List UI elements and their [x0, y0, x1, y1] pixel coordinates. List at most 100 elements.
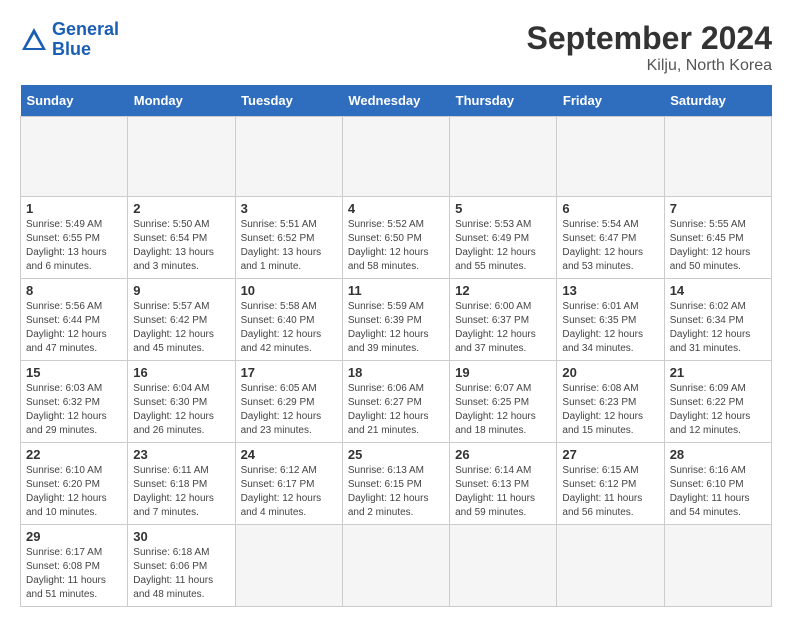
day-info: Sunrise: 5:50 AMSunset: 6:54 PMDaylight:… — [133, 218, 229, 274]
calendar-day-cell: 26 Sunrise: 6:14 AMSunset: 6:13 PMDayligh… — [450, 443, 557, 525]
day-number: 27 — [562, 447, 658, 462]
calendar-day-cell — [342, 117, 449, 197]
day-info: Sunrise: 6:07 AMSunset: 6:25 PMDaylight:… — [455, 382, 551, 438]
day-info: Sunrise: 6:04 AMSunset: 6:30 PMDaylight:… — [133, 382, 229, 438]
weekday-header-cell: Thursday — [450, 85, 557, 117]
day-info: Sunrise: 5:53 AMSunset: 6:49 PMDaylight:… — [455, 218, 551, 274]
day-info: Sunrise: 6:03 AMSunset: 6:32 PMDaylight:… — [26, 382, 122, 438]
weekday-header-cell: Monday — [128, 85, 235, 117]
calendar-day-cell: 17Sunrise: 6:05 AMSunset: 6:29 PMDayligh… — [235, 361, 342, 443]
day-number: 21 — [670, 365, 766, 380]
day-info: Sunrise: 5:58 AMSunset: 6:40 PMDaylight:… — [241, 300, 337, 356]
calendar-day-cell — [664, 525, 771, 607]
day-info: Sunrise: 5:56 AMSunset: 6:44 PMDaylight:… — [26, 300, 122, 356]
weekday-header-row: SundayMondayTuesdayWednesdayThursdayFrid… — [21, 85, 772, 117]
day-number: 13 — [562, 283, 658, 298]
day-info: Sunrise: 6:02 AMSunset: 6:34 PMDaylight:… — [670, 300, 766, 356]
calendar-week-row: 15 Sunrise: 6:03 AMSunset: 6:32 PMDayligh… — [21, 361, 772, 443]
day-info: Sunrise: 6:00 AMSunset: 6:37 PMDaylight:… — [455, 300, 551, 356]
month-title: September 2024 — [527, 20, 772, 57]
calendar-day-cell — [235, 117, 342, 197]
calendar-day-cell: 29 Sunrise: 6:17 AMSunset: 6:08 PMDayligh… — [21, 525, 128, 607]
calendar-day-cell — [664, 117, 771, 197]
day-info: Sunrise: 5:55 AMSunset: 6:45 PMDaylight:… — [670, 218, 766, 274]
calendar-body: 1 Sunrise: 5:49 AMSunset: 6:55 PMDaylight… — [21, 117, 772, 607]
calendar-day-cell: 20 Sunrise: 6:08 AMSunset: 6:23 PMDayligh… — [557, 361, 664, 443]
day-info: Sunrise: 5:57 AMSunset: 6:42 PMDaylight:… — [133, 300, 229, 356]
day-info: Sunrise: 6:10 AMSunset: 6:20 PMDaylight:… — [26, 464, 122, 520]
day-number: 22 — [26, 447, 122, 462]
day-number: 8 — [26, 283, 122, 298]
day-info: Sunrise: 6:08 AMSunset: 6:23 PMDaylight:… — [562, 382, 658, 438]
day-number: 1 — [26, 201, 122, 216]
calendar-day-cell: 28 Sunrise: 6:16 AMSunset: 6:10 PMDayligh… — [664, 443, 771, 525]
day-number: 26 — [455, 447, 551, 462]
calendar-day-cell: 21 Sunrise: 6:09 AMSunset: 6:22 PMDayligh… — [664, 361, 771, 443]
day-number: 7 — [670, 201, 766, 216]
calendar-day-cell — [21, 117, 128, 197]
calendar-day-cell — [128, 117, 235, 197]
day-info: Sunrise: 6:17 AMSunset: 6:08 PMDaylight:… — [26, 546, 122, 602]
calendar-day-cell: 6Sunrise: 5:54 AMSunset: 6:47 PMDaylight… — [557, 197, 664, 279]
calendar-week-row — [21, 117, 772, 197]
calendar-day-cell: 3 Sunrise: 5:51 AMSunset: 6:52 PMDaylight… — [235, 197, 342, 279]
calendar-day-cell: 24Sunrise: 6:12 AMSunset: 6:17 PMDayligh… — [235, 443, 342, 525]
calendar-day-cell: 25Sunrise: 6:13 AMSunset: 6:15 PMDayligh… — [342, 443, 449, 525]
day-number: 17 — [241, 365, 337, 380]
title-area: September 2024 Kilju, North Korea — [527, 20, 772, 75]
day-number: 19 — [455, 365, 551, 380]
day-info: Sunrise: 6:18 AMSunset: 6:06 PMDaylight:… — [133, 546, 229, 602]
calendar-week-row: 22 Sunrise: 6:10 AMSunset: 6:20 PMDayligh… — [21, 443, 772, 525]
day-number: 15 — [26, 365, 122, 380]
logo: General Blue — [20, 20, 119, 60]
day-info: Sunrise: 6:16 AMSunset: 6:10 PMDaylight:… — [670, 464, 766, 520]
day-number: 30 — [133, 529, 229, 544]
calendar-day-cell — [342, 525, 449, 607]
day-info: Sunrise: 5:51 AMSunset: 6:52 PMDaylight:… — [241, 218, 337, 274]
calendar-day-cell: 18Sunrise: 6:06 AMSunset: 6:27 PMDayligh… — [342, 361, 449, 443]
day-number: 14 — [670, 283, 766, 298]
calendar-day-cell — [557, 525, 664, 607]
day-number: 28 — [670, 447, 766, 462]
day-number: 20 — [562, 365, 658, 380]
day-info: Sunrise: 6:12 AMSunset: 6:17 PMDaylight:… — [241, 464, 337, 520]
day-number: 12 — [455, 283, 551, 298]
calendar-day-cell: 12 Sunrise: 6:00 AMSunset: 6:37 PMDayligh… — [450, 279, 557, 361]
calendar-day-cell: 22 Sunrise: 6:10 AMSunset: 6:20 PMDayligh… — [21, 443, 128, 525]
weekday-header-cell: Sunday — [21, 85, 128, 117]
calendar-day-cell: 16 Sunrise: 6:04 AMSunset: 6:30 PMDayligh… — [128, 361, 235, 443]
header: General Blue September 2024 Kilju, North… — [20, 20, 772, 75]
day-info: Sunrise: 6:09 AMSunset: 6:22 PMDaylight:… — [670, 382, 766, 438]
calendar-day-cell: 10Sunrise: 5:58 AMSunset: 6:40 PMDayligh… — [235, 279, 342, 361]
day-info: Sunrise: 6:14 AMSunset: 6:13 PMDaylight:… — [455, 464, 551, 520]
calendar-day-cell: 27 Sunrise: 6:15 AMSunset: 6:12 PMDayligh… — [557, 443, 664, 525]
day-info: Sunrise: 5:49 AMSunset: 6:55 PMDaylight:… — [26, 218, 122, 274]
weekday-header-cell: Friday — [557, 85, 664, 117]
calendar-week-row: 1 Sunrise: 5:49 AMSunset: 6:55 PMDaylight… — [21, 197, 772, 279]
day-info: Sunrise: 6:01 AMSunset: 6:35 PMDaylight:… — [562, 300, 658, 356]
calendar-day-cell: 14 Sunrise: 6:02 AMSunset: 6:34 PMDayligh… — [664, 279, 771, 361]
calendar-day-cell: 5Sunrise: 5:53 AMSunset: 6:49 PMDaylight… — [450, 197, 557, 279]
calendar-day-cell — [235, 525, 342, 607]
day-number: 29 — [26, 529, 122, 544]
calendar-day-cell: 30 Sunrise: 6:18 AMSunset: 6:06 PMDayligh… — [128, 525, 235, 607]
calendar-day-cell: 13 Sunrise: 6:01 AMSunset: 6:35 PMDayligh… — [557, 279, 664, 361]
day-info: Sunrise: 6:15 AMSunset: 6:12 PMDaylight:… — [562, 464, 658, 520]
day-info: Sunrise: 5:54 AMSunset: 6:47 PMDaylight:… — [562, 218, 658, 274]
calendar-day-cell: 2 Sunrise: 5:50 AMSunset: 6:54 PMDaylight… — [128, 197, 235, 279]
day-info: Sunrise: 5:59 AMSunset: 6:39 PMDaylight:… — [348, 300, 444, 356]
calendar-day-cell — [450, 525, 557, 607]
calendar-day-cell: 23Sunrise: 6:11 AMSunset: 6:18 PMDayligh… — [128, 443, 235, 525]
day-info: Sunrise: 5:52 AMSunset: 6:50 PMDaylight:… — [348, 218, 444, 274]
calendar-day-cell: 1 Sunrise: 5:49 AMSunset: 6:55 PMDaylight… — [21, 197, 128, 279]
day-number: 3 — [241, 201, 337, 216]
day-number: 16 — [133, 365, 229, 380]
calendar-day-cell: 4Sunrise: 5:52 AMSunset: 6:50 PMDaylight… — [342, 197, 449, 279]
day-info: Sunrise: 6:13 AMSunset: 6:15 PMDaylight:… — [348, 464, 444, 520]
calendar-day-cell: 9Sunrise: 5:57 AMSunset: 6:42 PMDaylight… — [128, 279, 235, 361]
calendar-table: SundayMondayTuesdayWednesdayThursdayFrid… — [20, 85, 772, 607]
day-number: 2 — [133, 201, 229, 216]
location: Kilju, North Korea — [527, 57, 772, 75]
day-number: 11 — [348, 283, 444, 298]
day-info: Sunrise: 6:06 AMSunset: 6:27 PMDaylight:… — [348, 382, 444, 438]
